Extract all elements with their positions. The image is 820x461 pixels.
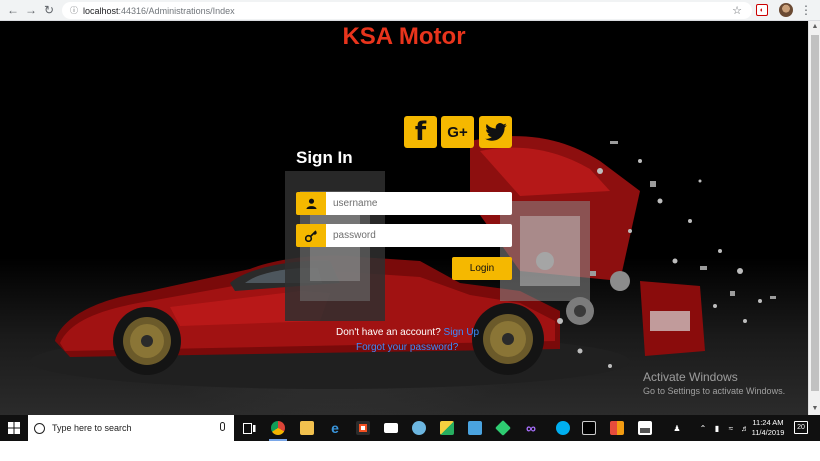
info-icon[interactable]: ⓘ (70, 5, 78, 16)
taskbar-photos[interactable] (634, 415, 656, 441)
chrome-icon (271, 421, 285, 435)
taskbar-file-explorer[interactable] (296, 415, 318, 441)
folder-icon (300, 421, 314, 435)
terminal-icon (582, 421, 596, 435)
app-icon (440, 421, 454, 435)
taskbar-edge[interactable]: e (324, 415, 346, 441)
clock-time: 11:24 AM (752, 418, 784, 427)
back-button[interactable]: ← (4, 0, 22, 21)
activate-windows-watermark: Activate Windows Go to Settings to activ… (643, 370, 785, 396)
watermark-line1: Activate Windows (643, 370, 738, 384)
battery-icon[interactable]: ▮ (710, 424, 724, 433)
taskbar-app-8[interactable] (464, 415, 486, 441)
git-icon (495, 420, 511, 436)
signup-prompt: Don't have an account? Sign Up (336, 327, 479, 338)
scroll-up-icon[interactable]: ▲ (809, 21, 820, 33)
cortana-icon (34, 422, 45, 434)
signup-link[interactable]: Sign Up (444, 327, 480, 338)
browser-menu-icon[interactable]: ⋮ (800, 2, 812, 19)
taskbar-mail[interactable] (380, 415, 402, 441)
skype-icon (556, 421, 570, 435)
facebook-icon: f (414, 117, 427, 147)
scroll-thumb[interactable] (811, 35, 819, 391)
no-account-text: Don't have an account? (336, 327, 441, 338)
page-content: KSA Motor f G+ Sign In Login Don't have … (0, 21, 808, 415)
taskbar-search[interactable]: Type here to search (28, 415, 234, 441)
bottom-margin (0, 441, 820, 461)
watermark-line2: Go to Settings to activate Windows. (643, 386, 786, 396)
forgot-password-link[interactable]: Forgot your password? (356, 342, 458, 353)
brand-title: KSA Motor (342, 23, 466, 50)
twitter-icon (484, 123, 507, 141)
key-icon (296, 224, 326, 247)
page-scrollbar[interactable]: ▲ ▼ (808, 21, 820, 415)
photos-icon (638, 421, 652, 435)
mail-icon (384, 423, 398, 433)
google-plus-button[interactable]: G+ (441, 116, 474, 148)
taskbar-store[interactable] (352, 415, 374, 441)
car-illustration (30, 136, 776, 389)
taskbar-app-6[interactable] (408, 415, 430, 441)
url-path: :44316/Administrations/Index (118, 5, 235, 16)
twitter-button[interactable] (479, 116, 512, 148)
action-center-icon[interactable]: 20 (794, 421, 808, 434)
taskbar-visual-studio[interactable]: ∞ (520, 415, 542, 441)
signin-heading: Sign In (296, 148, 353, 167)
extension-icon[interactable]: ◐ (756, 4, 768, 16)
login-button[interactable]: Login (452, 257, 512, 280)
windows-logo-icon (8, 422, 20, 434)
clock-date: 11/4/2019 (751, 428, 785, 437)
username-input[interactable] (326, 192, 512, 215)
taskbar-skype[interactable] (552, 415, 574, 441)
notes-icon (468, 421, 482, 435)
chevron-up-icon[interactable]: ⌃ (696, 424, 710, 433)
url-host: localhost (83, 5, 119, 16)
taskbar-app-13[interactable] (606, 415, 628, 441)
scroll-down-icon[interactable]: ▼ (809, 403, 820, 415)
username-field (296, 192, 512, 215)
store-icon (356, 421, 370, 435)
forward-button[interactable]: → (22, 0, 40, 21)
google-plus-icon: G+ (447, 123, 468, 141)
app-icon (412, 421, 426, 435)
taskbar-cmd[interactable] (578, 415, 600, 441)
reload-button[interactable]: ↻ (40, 0, 58, 21)
search-placeholder: Type here to search (52, 423, 132, 433)
start-button[interactable] (0, 415, 28, 441)
wifi-icon[interactable]: ≈ (724, 424, 738, 433)
task-view-button[interactable] (238, 415, 260, 441)
system-tray: ♟ ⌃ ▮ ≈ ♬ (668, 415, 752, 441)
taskbar-app-7[interactable] (436, 415, 458, 441)
people-icon[interactable]: ♟ (668, 424, 686, 433)
edge-icon: e (331, 420, 339, 436)
profile-avatar[interactable] (779, 3, 793, 17)
app-icon (610, 421, 624, 435)
password-input[interactable] (326, 224, 512, 247)
address-bar[interactable]: ⓘ localhost:44316/Administrations/Index … (62, 2, 752, 19)
windows-taskbar: Type here to search e ∞ ♟ ⌃ ▮ ≈ ♬ 11:24 … (0, 415, 820, 441)
browser-toolbar: ← → ↻ ⓘ localhost:44316/Administrations/… (0, 0, 820, 21)
task-view-icon (242, 422, 255, 434)
user-icon (296, 192, 326, 215)
taskbar-app-9[interactable] (492, 415, 514, 441)
taskbar-clock[interactable]: 11:24 AM 11/4/2019 (750, 418, 786, 438)
microphone-icon[interactable] (220, 422, 225, 431)
taskbar-chrome[interactable] (267, 415, 289, 441)
visual-studio-icon: ∞ (526, 420, 536, 436)
facebook-button[interactable]: f (404, 116, 437, 148)
bookmark-star-icon[interactable]: ☆ (732, 4, 742, 17)
password-field (296, 224, 512, 247)
